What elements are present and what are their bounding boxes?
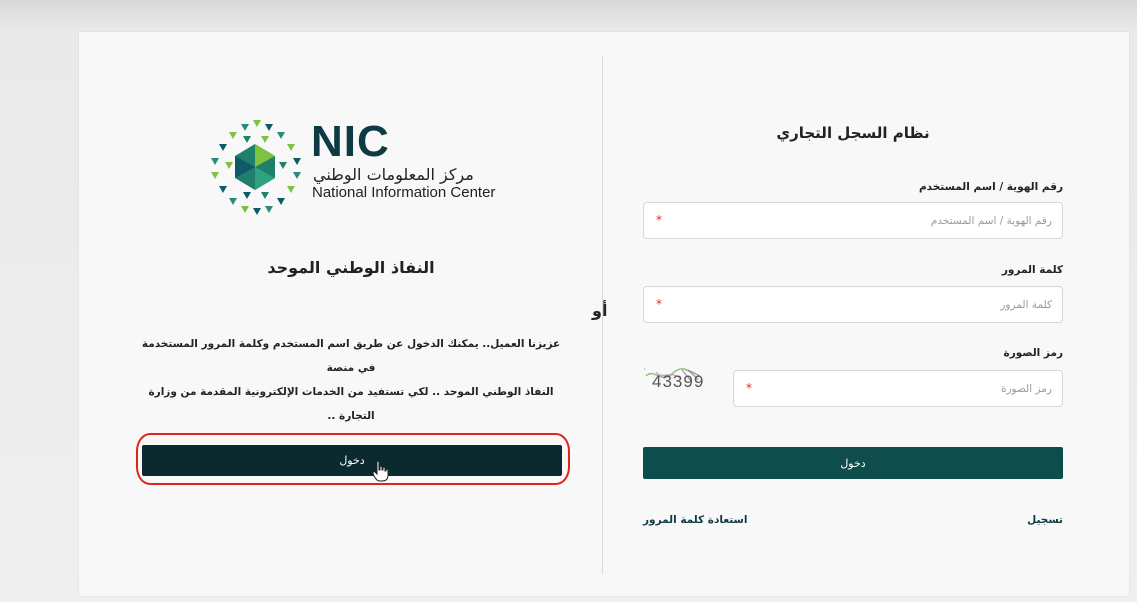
username-label: رقم الهوية / اسم المستخدم [918,181,1063,193]
nic-logo: NIC مركز المعلومات الوطني National Infor… [205,118,505,216]
password-field: * [643,286,1063,323]
or-separator: أو [592,301,608,320]
required-mark: * [656,297,662,311]
logo-english-name: National Information Center [312,184,496,201]
captcha-field: * [733,370,1063,407]
hand-cursor-icon [372,460,389,482]
svg-text:': ' [644,367,646,376]
nafath-login-button[interactable]: دخول [142,445,562,476]
nic-logo-mark-icon [211,120,301,215]
captcha-text: 43399 [652,372,705,391]
nafath-title: النفاذ الوطني الموحد [267,258,435,277]
logo-arabic-name: مركز المعلومات الوطني [313,165,474,184]
username-field: * [643,202,1063,239]
required-mark: * [656,213,662,227]
captcha-input[interactable] [764,371,1052,406]
captcha-label: رمز الصورة [1003,347,1063,359]
nafath-description-line1: عزيزنا العميل.. يمكنك الدخول عن طريق اسم… [141,338,561,374]
password-label: كلمة المرور [1001,264,1063,276]
register-link[interactable]: تسجيل [1027,514,1063,526]
username-input[interactable] [674,203,1052,238]
forgot-password-link[interactable]: استعادة كلمة المرور [643,514,747,526]
password-input[interactable] [674,287,1052,322]
required-mark: * [746,381,752,395]
cr-login-button[interactable]: دخول [643,447,1063,479]
nafath-description: عزيزنا العميل.. يمكنك الدخول عن طريق اسم… [140,332,562,428]
cr-system-title: نظام السجل التجاري [776,124,930,142]
logo-abbr: NIC [311,117,390,166]
captcha-image: ' 43399 [642,366,726,396]
nafath-description-line2: النفاذ الوطني الموحد .. لكي تستفيد من ال… [148,386,554,422]
